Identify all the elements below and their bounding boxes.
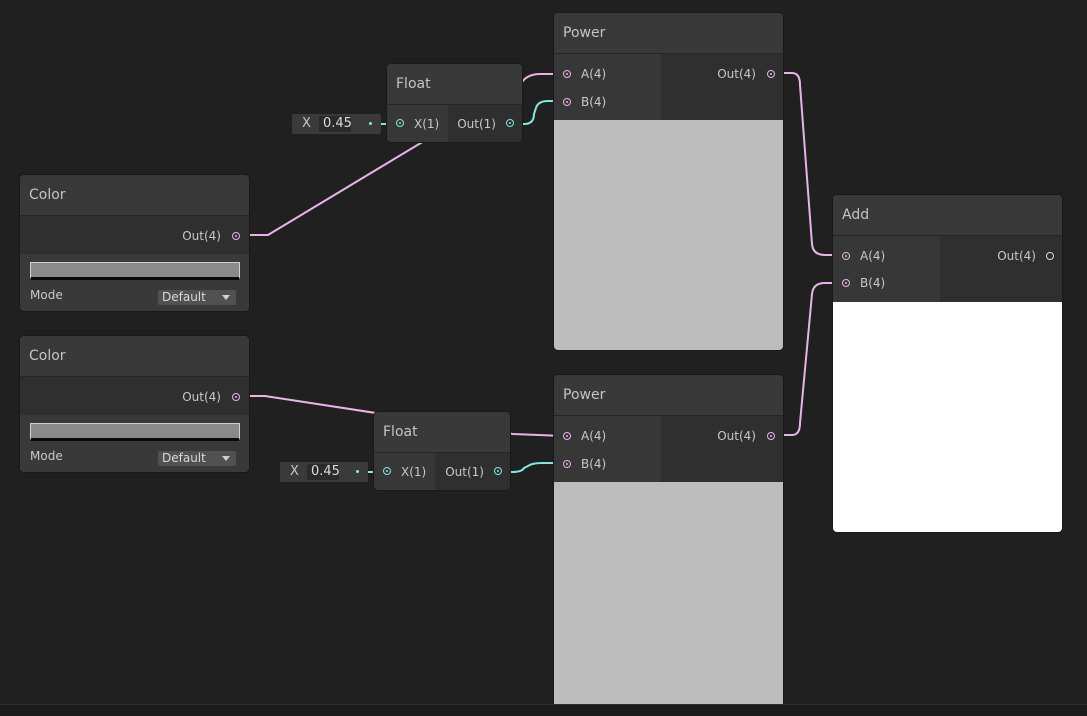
output-label: Out(1): [457, 117, 496, 131]
input-b-port-icon[interactable]: [842, 279, 850, 287]
mode-label: Mode: [30, 288, 63, 302]
output-port-icon[interactable]: [767, 70, 775, 78]
mode-label: Mode: [30, 449, 63, 463]
color-controls: Mode Default: [20, 415, 249, 472]
node-preview: [833, 302, 1062, 532]
node-title: Color: [20, 175, 249, 216]
node-title: Add: [833, 195, 1062, 236]
input-a-label: A(4): [860, 249, 886, 263]
input-x-label: X(1): [401, 465, 427, 479]
output-port-icon[interactable]: [494, 467, 502, 475]
field-label: X: [290, 464, 299, 479]
input-b-label: B(4): [860, 276, 886, 290]
input-x-port-icon[interactable]: [383, 467, 391, 475]
node-title: Color: [20, 336, 249, 377]
float-value-input[interactable]: 0.45: [319, 116, 351, 132]
node-title: Power: [554, 375, 783, 416]
float-x-field-bottom[interactable]: X 0.45: [280, 462, 368, 482]
chevron-down-icon: [222, 295, 230, 300]
output-label: Out(4): [717, 67, 756, 81]
input-a-port-icon[interactable]: [563, 70, 571, 78]
chevron-down-icon: [222, 456, 230, 461]
output-label: Out(4): [997, 249, 1036, 263]
input-a-port-icon[interactable]: [563, 432, 571, 440]
color-node-bottom[interactable]: Color Out(4) Mode Default: [20, 336, 249, 472]
mode-value: Default: [162, 451, 206, 465]
field-port-icon: [356, 470, 359, 473]
output-port-icon[interactable]: [232, 393, 240, 401]
node-title: Power: [554, 13, 783, 54]
field-port-icon: [369, 122, 372, 125]
node-title: Float: [374, 412, 510, 453]
color-node-top[interactable]: Color Out(4) Mode Default: [20, 175, 249, 311]
output-port-icon[interactable]: [767, 432, 775, 440]
input-a-label: A(4): [581, 67, 607, 81]
float-x-field-top[interactable]: X 0.45: [292, 114, 381, 134]
output-port-icon[interactable]: [1046, 252, 1054, 260]
input-b-port-icon[interactable]: [563, 98, 571, 106]
mode-dropdown[interactable]: Default: [158, 290, 236, 305]
add-node[interactable]: Add A(4) B(4) Out(4): [833, 195, 1062, 532]
color-controls: Mode Default: [20, 254, 249, 311]
input-a-port-icon[interactable]: [842, 252, 850, 260]
field-label: X: [302, 116, 311, 131]
node-preview: [554, 482, 783, 705]
status-bar: [0, 704, 1087, 716]
output-label: Out(4): [182, 390, 221, 404]
float-node-bottom[interactable]: Float X(1) Out(1): [374, 412, 510, 490]
input-b-label: B(4): [581, 95, 607, 109]
input-x-label: X(1): [414, 117, 440, 131]
input-a-label: A(4): [581, 429, 607, 443]
output-label: Out(4): [182, 229, 221, 243]
input-b-port-icon[interactable]: [563, 460, 571, 468]
mode-dropdown[interactable]: Default: [158, 451, 236, 466]
output-label: Out(4): [717, 429, 756, 443]
output-port-icon[interactable]: [506, 119, 514, 127]
node-preview: [554, 120, 783, 350]
output-port-icon[interactable]: [232, 232, 240, 240]
output-label: Out(1): [445, 465, 484, 479]
mode-value: Default: [162, 290, 206, 304]
node-title: Float: [387, 64, 522, 105]
float-node-top[interactable]: Float X(1) Out(1): [387, 64, 522, 142]
color-swatch[interactable]: [30, 423, 240, 441]
input-x-port-icon[interactable]: [396, 119, 404, 127]
power-node-bottom[interactable]: Power A(4) B(4) Out(4): [554, 375, 783, 705]
input-b-label: B(4): [581, 457, 607, 471]
float-value-input[interactable]: 0.45: [307, 464, 339, 480]
power-node-top[interactable]: Power A(4) B(4) Out(4): [554, 13, 783, 350]
color-swatch[interactable]: [30, 262, 240, 280]
